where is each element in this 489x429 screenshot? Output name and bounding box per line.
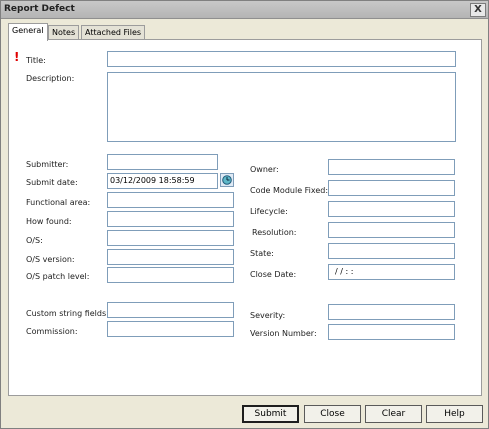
commission-input[interactable]: [107, 321, 234, 337]
tab-notes[interactable]: Notes: [48, 25, 80, 40]
version-number-input[interactable]: [328, 324, 455, 340]
title-bar: Report Defect X: [1, 1, 488, 19]
close-date-label: Close Date:: [250, 270, 297, 279]
button-bar: Submit Close Clear Help: [1, 397, 488, 428]
lifecycle-input[interactable]: [328, 201, 455, 217]
close-button[interactable]: Close: [304, 405, 361, 423]
submit-date-input[interactable]: 03/12/2009 18:58:59: [107, 173, 218, 189]
owner-label: Owner:: [250, 165, 279, 174]
submitter-label: Submitter:: [26, 160, 69, 169]
os-input[interactable]: [107, 230, 234, 246]
os-version-label: O/S version:: [26, 255, 75, 264]
calendar-clock-icon[interactable]: [220, 173, 234, 187]
os-patch-level-input[interactable]: [107, 267, 234, 283]
help-button[interactable]: Help: [426, 405, 483, 423]
code-module-fixed-label: Code Module Fixed:: [250, 186, 329, 195]
os-version-input[interactable]: [107, 249, 234, 265]
functional-area-input[interactable]: [107, 192, 234, 208]
how-found-input[interactable]: [107, 211, 234, 227]
general-panel: ! Title: Description: Submitter: Submit …: [8, 39, 482, 396]
custom-string-fields-input[interactable]: [107, 302, 234, 318]
title-label: Title:: [26, 56, 46, 65]
clear-button[interactable]: Clear: [365, 405, 422, 423]
title-input[interactable]: [107, 51, 456, 67]
submitter-input[interactable]: [107, 154, 218, 170]
functional-area-label: Functional area:: [26, 198, 91, 207]
submit-date-label: Submit date:: [26, 178, 78, 187]
severity-input[interactable]: [328, 304, 455, 320]
resolution-label: Resolution:: [252, 228, 297, 237]
resolution-input[interactable]: [328, 222, 455, 238]
state-input[interactable]: [328, 243, 455, 259]
report-defect-window: Report Defect X General Notes Attached F…: [0, 0, 489, 429]
submit-button[interactable]: Submit: [242, 405, 299, 423]
version-number-label: Version Number:: [250, 329, 317, 338]
severity-label: Severity:: [250, 311, 286, 320]
required-indicator-icon: !: [14, 50, 20, 64]
tab-attached-files[interactable]: Attached Files: [81, 25, 146, 40]
how-found-label: How found:: [26, 217, 72, 226]
tab-general[interactable]: General: [8, 23, 48, 41]
custom-string-fields-label: Custom string fields:: [26, 309, 109, 318]
commission-label: Commission:: [26, 327, 78, 336]
close-window-button[interactable]: X: [470, 3, 486, 17]
description-textarea[interactable]: [107, 72, 456, 142]
window-title: Report Defect: [4, 4, 75, 14]
os-label: O/S:: [26, 236, 43, 245]
description-label: Description:: [26, 74, 75, 83]
owner-input[interactable]: [328, 159, 455, 175]
os-patch-level-label: O/S patch level:: [26, 272, 90, 281]
state-label: State:: [250, 249, 274, 258]
code-module-fixed-input[interactable]: [328, 180, 455, 196]
lifecycle-label: Lifecycle:: [250, 207, 288, 216]
close-date-input[interactable]: / / : :: [328, 264, 455, 280]
